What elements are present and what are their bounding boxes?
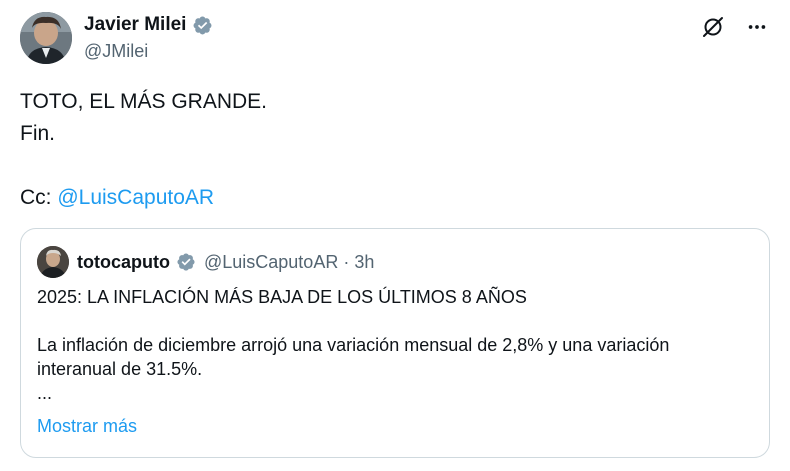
quoted-paragraph-line-2: interanual de 31.5%. — [37, 359, 203, 379]
tweet-actions-top — [700, 14, 770, 40]
quoted-author-handle[interactable]: @LuisCaputoAR — [204, 252, 338, 273]
quoted-separator: · — [343, 251, 350, 272]
quoted-paragraph-line-1: La inflación de diciembre arrojó una var… — [37, 335, 670, 355]
quoted-tweet-header: totocaputo @LuisCaputoAR · 3h — [37, 246, 374, 278]
more-icon[interactable] — [744, 14, 770, 40]
quoted-author-avatar[interactable] — [37, 246, 69, 278]
quoted-tweet[interactable]: totocaputo @LuisCaputoAR · 3h 2025: LA I… — [20, 228, 770, 458]
author-name-row: Javier Milei — [84, 13, 213, 37]
quoted-author-name[interactable]: totocaputo — [77, 252, 170, 273]
mention-link[interactable]: @LuisCaputoAR — [57, 186, 214, 209]
quoted-blank-line — [37, 309, 755, 333]
quoted-verified-badge-icon[interactable] — [176, 252, 196, 272]
verified-badge-icon[interactable] — [192, 15, 213, 36]
cc-prefix: Cc: — [20, 186, 58, 209]
show-more-link[interactable]: Mostrar más — [37, 416, 137, 437]
slash-circle-icon[interactable] — [700, 14, 726, 40]
quoted-headline: 2025: LA INFLACIÓN MÁS BAJA DE LOS ÚLTIM… — [37, 287, 527, 307]
author-info: Javier Milei @JMilei — [84, 13, 213, 62]
tweet-card: Javier Milei @JMilei TOTO, EL MÁS GRANDE… — [0, 0, 790, 471]
tweet-cc-line: Cc: @LuisCaputoAR — [20, 182, 267, 214]
author-avatar[interactable] — [20, 12, 72, 64]
quoted-ellipsis: ... — [37, 383, 53, 403]
author-handle[interactable]: @JMilei — [84, 41, 213, 62]
tweet-line-2: Fin. — [20, 122, 56, 145]
quoted-avatar-photo — [37, 246, 69, 278]
quoted-tweet-text: 2025: LA INFLACIÓN MÁS BAJA DE LOS ÚLTIM… — [37, 285, 755, 405]
tweet-text: TOTO, EL MÁS GRANDE. Fin. Cc: @LuisCaput… — [20, 86, 267, 214]
tweet-line-1: TOTO, EL MÁS GRANDE. — [20, 90, 267, 113]
quoted-timestamp[interactable]: 3h — [354, 252, 374, 273]
avatar-photo — [20, 12, 72, 64]
author-name[interactable]: Javier Milei — [84, 14, 186, 36]
